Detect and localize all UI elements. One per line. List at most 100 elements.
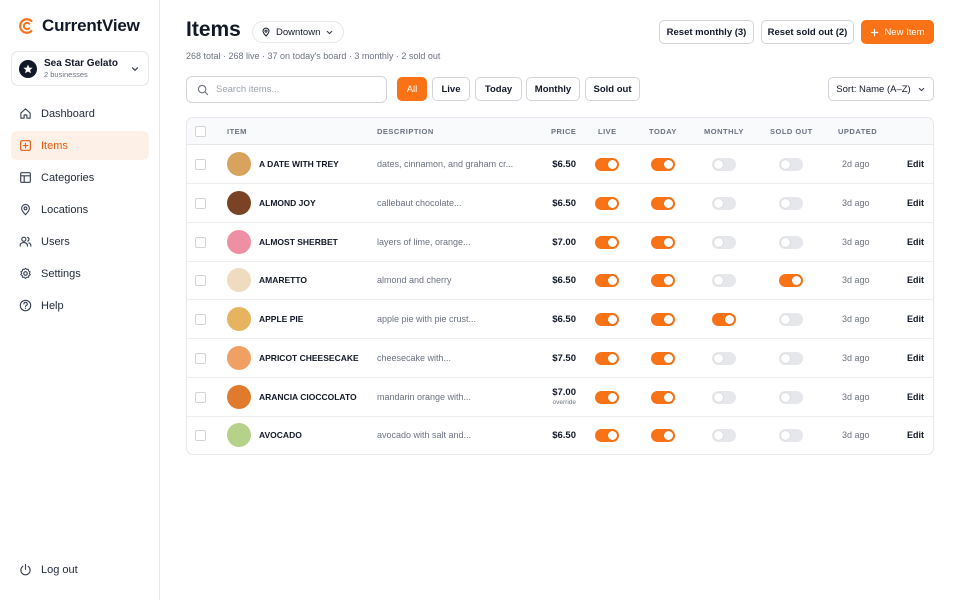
monthly-toggle[interactable]	[712, 235, 736, 249]
sold-out-toggle[interactable]	[779, 390, 803, 404]
logout-button[interactable]: Log out	[11, 555, 149, 584]
sold-out-toggle[interactable]	[779, 274, 803, 288]
table-row[interactable]: ALMOND JOY callebaut chocolate... $6.50 3d …	[187, 184, 933, 223]
row-checkbox[interactable]	[195, 314, 206, 325]
monthly-toggle[interactable]	[712, 158, 736, 171]
search-box[interactable]	[186, 76, 387, 103]
reset-monthly-button[interactable]: Reset monthly (3)	[659, 20, 754, 44]
map-pin-icon	[21, 203, 30, 216]
monthly-toggle[interactable]	[712, 351, 736, 365]
sidebar-item-dashboard[interactable]: Dashboard	[11, 99, 149, 128]
today-toggle[interactable]	[651, 235, 675, 249]
today-toggle[interactable]	[651, 313, 675, 326]
row-checkbox[interactable]	[195, 430, 206, 442]
monthly-toggle[interactable]	[712, 196, 736, 210]
table-row[interactable]: APRICOT CHEESECAKE cheesecake with... $7.5…	[187, 339, 933, 378]
filter-sold-out[interactable]: Sold out	[585, 77, 640, 101]
sold-out-toggle[interactable]	[779, 235, 803, 249]
search-input[interactable]	[216, 84, 376, 95]
monthly-toggle[interactable]	[712, 274, 736, 288]
chevron-down-icon	[918, 87, 925, 91]
today-toggle[interactable]	[651, 196, 675, 210]
sold-out-toggle[interactable]	[779, 429, 803, 443]
row-checkbox[interactable]	[195, 352, 206, 364]
row-checkbox[interactable]	[195, 159, 206, 170]
item-price: $6.50	[552, 430, 576, 442]
table-row[interactable]: AMARETTO almond and cherry $6.50 3d ago Edit	[187, 261, 933, 301]
sort-dropdown[interactable]: Sort: Name (A–Z)	[828, 77, 934, 101]
sidebar-item-items[interactable]: Items	[11, 131, 149, 160]
toggle-knob	[608, 431, 617, 441]
table-row[interactable]: ALMOST SHERBET layers of lime, orange... $…	[187, 223, 933, 262]
item-description: dates, cinnamon, and graham cr...	[377, 159, 514, 169]
brand[interactable]: CurrentView	[18, 16, 140, 36]
filter-live[interactable]: Live	[432, 77, 470, 101]
table-row[interactable]: A DATE WITH TREY dates, cinnamon, and gra…	[187, 145, 933, 184]
row-checkbox[interactable]	[195, 236, 206, 248]
toggle-knob	[664, 392, 673, 402]
item-updated: 3d ago	[842, 275, 870, 286]
sold-out-toggle[interactable]	[779, 351, 803, 365]
sold-out-toggle[interactable]	[779, 196, 803, 210]
item-updated: 2d ago	[842, 159, 870, 169]
today-toggle[interactable]	[651, 274, 675, 288]
today-toggle[interactable]	[651, 429, 675, 443]
location-selector[interactable]: Downtown	[252, 21, 345, 43]
row-checkbox[interactable]	[195, 275, 206, 287]
today-toggle[interactable]	[651, 351, 675, 365]
edit-button[interactable]: Edit	[907, 314, 924, 324]
filter-all[interactable]: All	[397, 77, 427, 101]
item-price: $7.00	[552, 386, 576, 398]
item-name: A DATE WITH TREY	[259, 159, 339, 169]
toggle-knob	[608, 276, 617, 286]
edit-button[interactable]: Edit	[907, 430, 924, 440]
sold-out-toggle[interactable]	[779, 158, 803, 171]
sidebar-item-locations[interactable]: Locations	[11, 195, 149, 224]
table-row[interactable]: APPLE PIE apple pie with pie crust... $6.5…	[187, 300, 933, 339]
row-checkbox[interactable]	[195, 197, 206, 209]
toggle-knob	[714, 237, 723, 247]
row-checkbox[interactable]	[195, 391, 206, 403]
sidebar-item-help[interactable]: Help	[11, 291, 149, 320]
monthly-toggle[interactable]	[712, 429, 736, 443]
sold-out-toggle[interactable]	[779, 313, 803, 326]
home-icon	[20, 108, 31, 119]
live-toggle[interactable]	[595, 196, 619, 210]
live-toggle[interactable]	[595, 235, 619, 249]
live-toggle[interactable]	[595, 274, 619, 288]
edit-button[interactable]: Edit	[907, 198, 924, 208]
business-switcher[interactable]: Sea Star Gelato 2 businesses	[11, 51, 149, 86]
monthly-toggle[interactable]	[712, 313, 736, 326]
filter-monthly[interactable]: Monthly	[526, 77, 580, 101]
reset-sold-out-button[interactable]: Reset sold out (2)	[761, 20, 854, 44]
sidebar-item-categories[interactable]: Categories	[11, 163, 149, 192]
live-toggle[interactable]	[595, 351, 619, 365]
live-toggle[interactable]	[595, 429, 619, 443]
edit-button[interactable]: Edit	[907, 237, 924, 247]
toggle-knob	[608, 237, 617, 247]
new-item-button[interactable]: New Item	[861, 20, 934, 44]
live-toggle[interactable]	[595, 390, 619, 404]
item-name: APRICOT CHEESECAKE	[259, 352, 359, 363]
toggle-knob	[781, 353, 790, 363]
table-row[interactable]: ARANCIA CIOCCOLATO mandarin orange with..…	[187, 378, 933, 417]
live-toggle[interactable]	[595, 313, 619, 326]
toggle-knob	[781, 431, 790, 441]
table-row[interactable]: AVOCADO avocado with salt and... $6.50 3d a…	[187, 416, 933, 454]
item-updated: 3d ago	[842, 391, 870, 402]
sidebar-item-settings[interactable]: Settings	[11, 259, 149, 288]
toggle-knob	[714, 160, 723, 169]
today-toggle[interactable]	[651, 158, 675, 171]
monthly-toggle[interactable]	[712, 390, 736, 404]
today-toggle[interactable]	[651, 390, 675, 404]
edit-button[interactable]: Edit	[907, 275, 924, 285]
sidebar-item-users[interactable]: Users	[11, 227, 149, 256]
sidebar-item-label: Settings	[41, 267, 81, 280]
live-toggle[interactable]	[595, 158, 619, 171]
filter-today[interactable]: Today	[475, 77, 522, 101]
layout-icon	[20, 172, 31, 183]
edit-button[interactable]: Edit	[907, 159, 924, 169]
edit-button[interactable]: Edit	[907, 353, 924, 363]
select-all-checkbox[interactable]	[195, 126, 206, 137]
edit-button[interactable]: Edit	[907, 392, 924, 402]
